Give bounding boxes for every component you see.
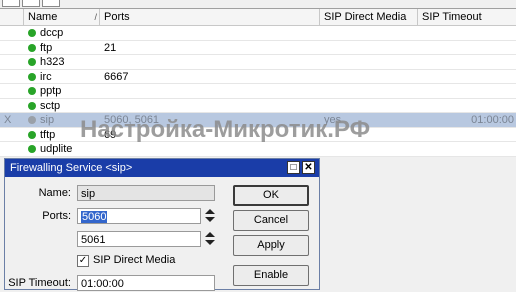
sip-timeout-input[interactable]: 01:00:00 <box>77 275 215 291</box>
row-sip-timeout: 01:00:00 <box>471 114 514 126</box>
row-flag <box>4 99 22 113</box>
row-ports <box>104 99 318 113</box>
row-flag <box>4 84 22 98</box>
row-name: udplite <box>26 142 100 156</box>
ok-button[interactable]: OK <box>233 185 309 206</box>
row-sip-direct-media <box>324 84 414 98</box>
row-name-text: sip <box>40 114 55 126</box>
row-flag <box>4 128 22 142</box>
row-ports <box>104 55 318 69</box>
toolbar-button[interactable] <box>2 0 20 7</box>
name-field: sip <box>77 185 215 201</box>
row-sip-timeout <box>420 41 514 55</box>
row-sip-direct-media <box>324 55 414 69</box>
sip-direct-media-checkbox[interactable]: ✓ <box>77 255 89 267</box>
row-ports <box>104 142 318 156</box>
row-name: sctp <box>26 99 100 113</box>
sip-direct-media-label: SIP Direct Media <box>93 254 176 266</box>
row-flag <box>4 55 22 69</box>
row-ports: 6667 <box>104 70 129 83</box>
row-sip-timeout <box>420 26 514 40</box>
row-flag <box>4 70 22 84</box>
status-dot-icon <box>28 145 36 153</box>
maximize-icon[interactable]: □ <box>287 161 300 174</box>
row-sip-timeout <box>420 55 514 69</box>
row-name-text: dccp <box>40 27 64 39</box>
row-sip-timeout <box>420 128 514 142</box>
ports-label: Ports: <box>42 210 71 222</box>
table-row[interactable]: sctp <box>0 99 516 113</box>
row-ports <box>104 84 318 98</box>
row-name-text: udplite <box>40 143 73 155</box>
firewalling-service-dialog: Firewalling Service <sip> □ ✕ Name: sip … <box>4 158 320 291</box>
row-name-text: ftp <box>40 41 53 54</box>
row-flag <box>4 41 22 55</box>
column-header-ports[interactable]: Ports <box>100 9 320 25</box>
status-dot-icon <box>28 87 36 95</box>
column-header-sip-timeout[interactable]: SIP Timeout <box>418 9 516 25</box>
row-sip-direct-media <box>324 99 414 113</box>
close-icon[interactable]: ✕ <box>302 161 315 174</box>
table-row[interactable]: dccp <box>0 26 516 41</box>
toolbar <box>0 0 516 8</box>
spinner-arrows-icon[interactable] <box>205 232 215 246</box>
watermark-text: Настройка-Микротик.РФ <box>80 116 371 143</box>
row-flag <box>4 142 22 156</box>
row-name-text: irc <box>40 70 52 83</box>
row-name: irc <box>26 70 100 84</box>
column-header-label: Name <box>28 11 58 23</box>
row-name-text: pptp <box>40 85 62 97</box>
row-name: dccp <box>26 26 100 40</box>
name-label: Name: <box>38 187 71 199</box>
row-sip-direct-media <box>324 41 414 55</box>
row-name: pptp <box>26 84 100 98</box>
apply-button[interactable]: Apply <box>233 235 309 256</box>
status-dot-icon <box>28 130 36 139</box>
column-header-name[interactable]: Name / <box>24 9 100 25</box>
cancel-button[interactable]: Cancel <box>233 210 309 231</box>
row-flag: X <box>4 114 12 126</box>
row-sip-timeout <box>420 84 514 98</box>
port-input-2[interactable]: 5061 <box>77 231 201 247</box>
dialog-title-bar[interactable]: Firewalling Service <sip> □ ✕ <box>5 159 319 177</box>
column-header-flag[interactable] <box>0 9 24 25</box>
row-ports: 21 <box>104 41 117 54</box>
column-header-sip-direct-media[interactable]: SIP Direct Media <box>320 9 418 25</box>
status-dot-icon <box>28 58 36 66</box>
toolbar-button[interactable] <box>22 0 40 7</box>
row-name: ftp <box>26 41 100 55</box>
row-sip-timeout <box>420 99 514 113</box>
port-input-1[interactable]: 5060 <box>77 208 201 224</box>
port-value-1: 5060 <box>81 211 108 223</box>
row-sip-direct-media <box>324 142 414 156</box>
row-name-text: tftp <box>40 128 56 141</box>
row-sip-direct-media <box>324 26 414 40</box>
status-dot-icon <box>28 116 36 124</box>
table-row[interactable]: udplite <box>0 142 516 157</box>
sort-indicator-icon: / <box>94 12 97 22</box>
toolbar-button[interactable] <box>42 0 60 7</box>
status-dot-icon <box>28 101 36 110</box>
row-sip-timeout <box>420 70 514 84</box>
table-row[interactable]: irc 6667 <box>0 70 516 84</box>
row-name-text: h323 <box>40 56 65 68</box>
status-dot-icon <box>28 29 36 37</box>
table-header: Name / Ports SIP Direct Media SIP Timeou… <box>0 9 516 26</box>
sip-timeout-label: SIP Timeout: <box>8 277 71 289</box>
table-row[interactable]: h323 <box>0 55 516 70</box>
enable-button[interactable]: Enable <box>233 265 309 286</box>
row-ports <box>104 26 318 40</box>
status-dot-icon <box>28 43 36 52</box>
row-sip-direct-media <box>324 70 414 84</box>
row-name: h323 <box>26 55 100 69</box>
table-row[interactable]: ftp 21 <box>0 41 516 55</box>
dialog-title: Firewalling Service <sip> <box>10 162 133 174</box>
status-dot-icon <box>28 72 36 81</box>
row-sip-timeout <box>420 142 514 156</box>
spinner-arrows-icon[interactable] <box>205 209 215 223</box>
row-name-text: sctp <box>40 99 61 112</box>
row-flag <box>4 26 22 40</box>
table-row[interactable]: pptp <box>0 84 516 99</box>
